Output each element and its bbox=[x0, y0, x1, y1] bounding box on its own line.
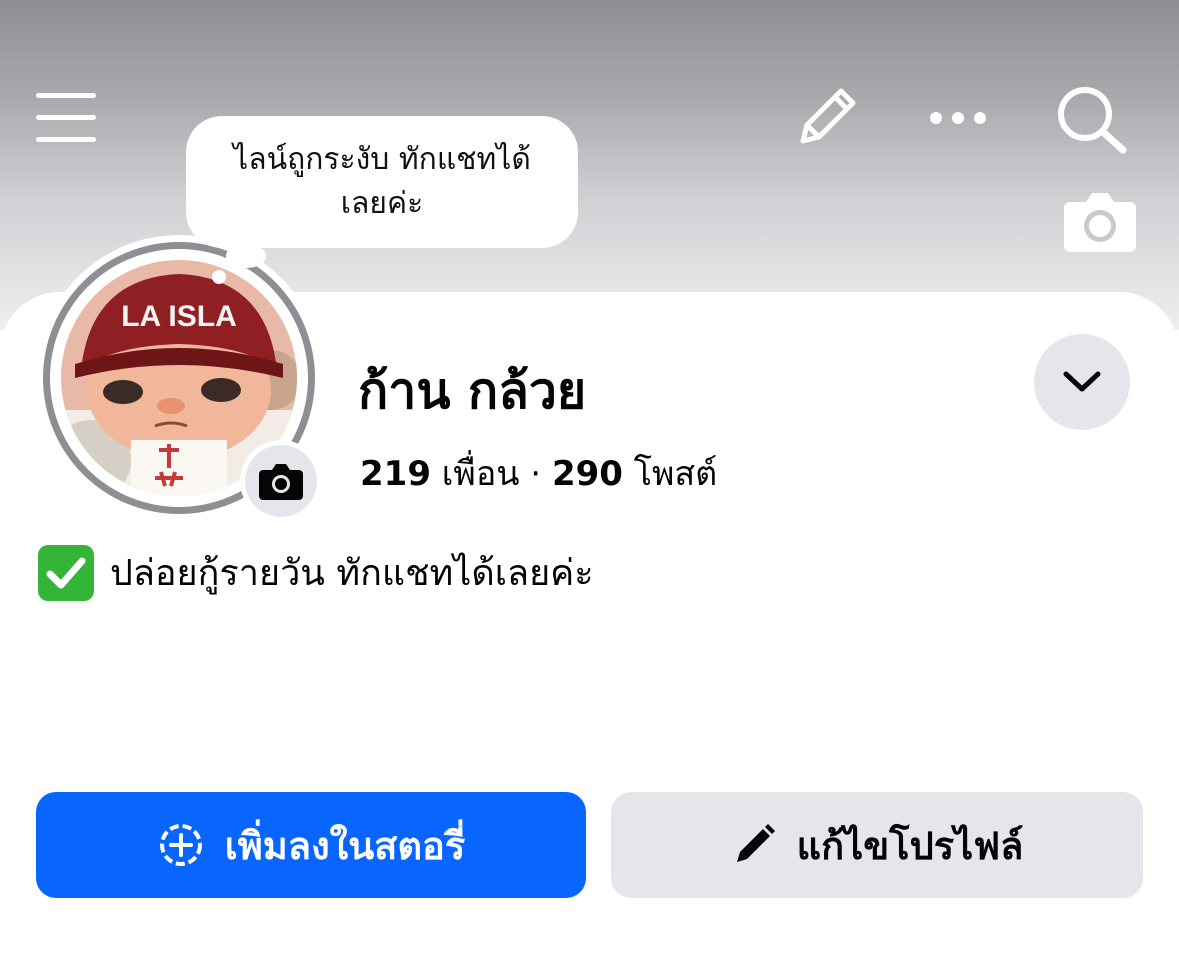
search-button[interactable] bbox=[1048, 80, 1134, 156]
search-icon bbox=[1058, 87, 1127, 154]
add-to-story-label: เพิ่มลงในสตอรี่ bbox=[224, 823, 466, 868]
menu-button[interactable] bbox=[30, 82, 102, 152]
status-note-line1: ไลน์ถูกระงับ ทักแชทได้ bbox=[233, 142, 531, 177]
cover-camera-button[interactable] bbox=[1062, 186, 1138, 254]
profile-name: ก้าน กล้วย bbox=[358, 362, 587, 420]
camera-icon bbox=[1064, 193, 1136, 252]
edit-profile-button[interactable]: แก้ไขโปรไฟล์ bbox=[611, 792, 1143, 898]
pencil-icon bbox=[731, 822, 777, 868]
friends-label[interactable]: เพื่อน bbox=[442, 454, 520, 494]
profile-dropdown-button[interactable] bbox=[1034, 334, 1130, 430]
check-mark-icon bbox=[38, 544, 94, 601]
chevron-down-icon bbox=[1063, 371, 1101, 392]
avatar-cap-text: LA ISLA bbox=[121, 300, 237, 333]
status-note-line2: เลยค่ะ bbox=[340, 186, 424, 221]
add-to-story-button[interactable]: เพิ่มลงในสตอรี่ bbox=[36, 792, 586, 898]
hamburger-icon bbox=[36, 93, 96, 142]
edit-cover-button[interactable] bbox=[786, 80, 866, 156]
profile-bio: ปล่อยกู้รายวัน ทักแชทได้เลยค่ะ bbox=[38, 544, 594, 601]
pencil-icon bbox=[800, 88, 856, 144]
camera-icon bbox=[259, 464, 303, 500]
posts-count: 290 bbox=[551, 454, 623, 494]
more-dots-icon bbox=[930, 112, 986, 124]
bio-text: ปล่อยกู้รายวัน ทักแชทได้เลยค่ะ bbox=[110, 553, 594, 594]
bubble-tail-small bbox=[212, 270, 226, 284]
profile-stats: 219 เพื่อน · 290 โพสต์ bbox=[360, 446, 717, 500]
edit-profile-label: แก้ไขโปรไฟล์ bbox=[796, 823, 1024, 868]
add-circle-icon bbox=[157, 821, 205, 869]
friends-count: 219 bbox=[360, 454, 431, 494]
status-note-bubble[interactable]: ไลน์ถูกระงับ ทักแชทได้ เลยค่ะ bbox=[186, 116, 578, 248]
stats-separator: · bbox=[519, 454, 552, 494]
posts-label[interactable]: โพสต์ bbox=[634, 454, 718, 494]
more-options-button[interactable] bbox=[920, 92, 996, 144]
avatar-camera-button[interactable] bbox=[240, 440, 322, 522]
